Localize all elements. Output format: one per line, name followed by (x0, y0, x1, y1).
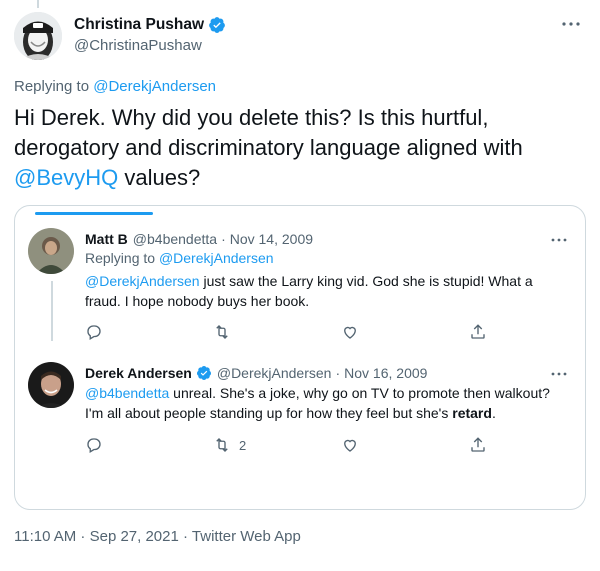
reply-icon (87, 438, 101, 453)
quoted-body-line-1: @b4bendetta unreal. She's a joke, why go… (85, 383, 575, 403)
quoted-body: @DerekjAndersen just saw the Larry king … (85, 271, 575, 311)
quoted-author-name[interactable]: Matt B (85, 231, 128, 247)
quoted-author-handle[interactable]: @b4bendetta (133, 231, 217, 247)
bevy-mention-link[interactable]: @BevyHQ (14, 165, 118, 190)
quoted-body-line-1-rest: just saw the Larry king vid. God she is … (199, 273, 533, 289)
quoted-tweet-matt[interactable]: Matt B @b4bendetta · Nov 14, 2009 Replyi… (15, 228, 585, 348)
quoted-body: @b4bendetta unreal. She's a joke, why go… (85, 383, 575, 423)
retweet-button[interactable] (213, 323, 231, 341)
like-icon (344, 326, 356, 339)
author-name[interactable]: Christina Pushaw (74, 16, 204, 34)
quoted-body-line-2: fraud. I hope nobody buys her book. (85, 293, 310, 309)
quoted-body-bold-word: retard (452, 405, 492, 421)
replying-mention-link[interactable]: @DerekjAndersen (93, 78, 216, 95)
mention-link[interactable]: @b4bendetta (85, 385, 169, 401)
tweet-text: Hi Derek. Why did you delete this? Is th… (14, 103, 589, 193)
share-button[interactable] (469, 436, 487, 454)
separator-dot: · (335, 365, 341, 381)
tweet-text-line-3: @BevyHQ values? (14, 163, 589, 193)
tweet-text-line-1: Hi Derek. Why did you delete this? Is th… (14, 105, 489, 130)
retweet-icon (216, 325, 228, 339)
reply-button[interactable] (85, 323, 103, 341)
avatar-image (28, 362, 74, 408)
blue-accent-line (35, 212, 153, 215)
quoted-image-card[interactable]: Matt B @b4bendetta · Nov 14, 2009 Replyi… (14, 205, 586, 510)
quoted-body-line-1-rest: unreal. She's a joke, why go on TV to pr… (169, 385, 550, 401)
like-button[interactable] (341, 436, 359, 454)
quoted-replying-to: Replying to @DerekjAndersen (85, 250, 274, 266)
quoted-author-handle[interactable]: @DerekjAndersen (217, 365, 332, 381)
like-icon (344, 439, 356, 452)
quoted-author-name[interactable]: Derek Andersen (85, 365, 192, 381)
avatar[interactable] (14, 12, 62, 60)
replying-to: Replying to @DerekjAndersen (14, 78, 216, 95)
tweet-author: Christina Pushaw @ChristinaPushaw (14, 12, 586, 62)
share-icon (471, 324, 485, 339)
more-icon[interactable] (560, 16, 582, 32)
quoted-body-line-1: @DerekjAndersen just saw the Larry king … (85, 271, 575, 291)
quoted-body-line-2-pre: I'm all about people standing up for how… (85, 405, 453, 421)
quoted-body-line-2: I'm all about people standing up for how… (85, 403, 575, 423)
quoted-date[interactable]: Nov 16, 2009 (344, 365, 427, 381)
tweet-timestamp[interactable]: 11:10 AM · Sep 27, 2021 · Twitter Web Ap… (14, 528, 301, 545)
replying-mention-link[interactable]: @DerekjAndersen (159, 250, 274, 266)
quoted-tweet-derek[interactable]: Derek Andersen @DerekjAndersen · Nov 16,… (15, 362, 585, 482)
tweet-text-line-3-rest: values? (118, 165, 201, 190)
verified-badge-icon (196, 366, 211, 380)
author-handle[interactable]: @ChristinaPushaw (74, 37, 202, 54)
avatar[interactable] (28, 228, 74, 274)
like-button[interactable] (341, 323, 359, 341)
share-button[interactable] (469, 323, 487, 341)
verified-badge-icon (209, 17, 225, 33)
avatar-image (28, 228, 74, 274)
tweet-actions: 2 (85, 436, 515, 458)
replying-prefix: Replying to (14, 78, 94, 95)
replying-prefix: Replying to (85, 250, 159, 266)
avatar-image (14, 12, 62, 60)
tweet-actions (85, 323, 515, 345)
retweet-button[interactable]: 2 (213, 436, 246, 454)
reply-icon (87, 325, 101, 340)
tweet-text-line-2: derogatory and discriminatory language a… (14, 135, 523, 160)
retweet-count: 2 (239, 437, 247, 453)
retweet-icon (216, 438, 228, 452)
more-icon[interactable] (549, 234, 569, 246)
mention-link[interactable]: @DerekjAndersen (85, 273, 200, 289)
more-icon[interactable] (549, 368, 569, 380)
quoted-body-line-2-post: . (491, 405, 496, 421)
quoted-date[interactable]: Nov 14, 2009 (230, 231, 313, 247)
avatar[interactable] (28, 362, 74, 408)
reply-button[interactable] (85, 436, 103, 454)
separator-dot: · (221, 231, 226, 247)
share-icon (471, 437, 485, 452)
thread-line (37, 0, 39, 8)
